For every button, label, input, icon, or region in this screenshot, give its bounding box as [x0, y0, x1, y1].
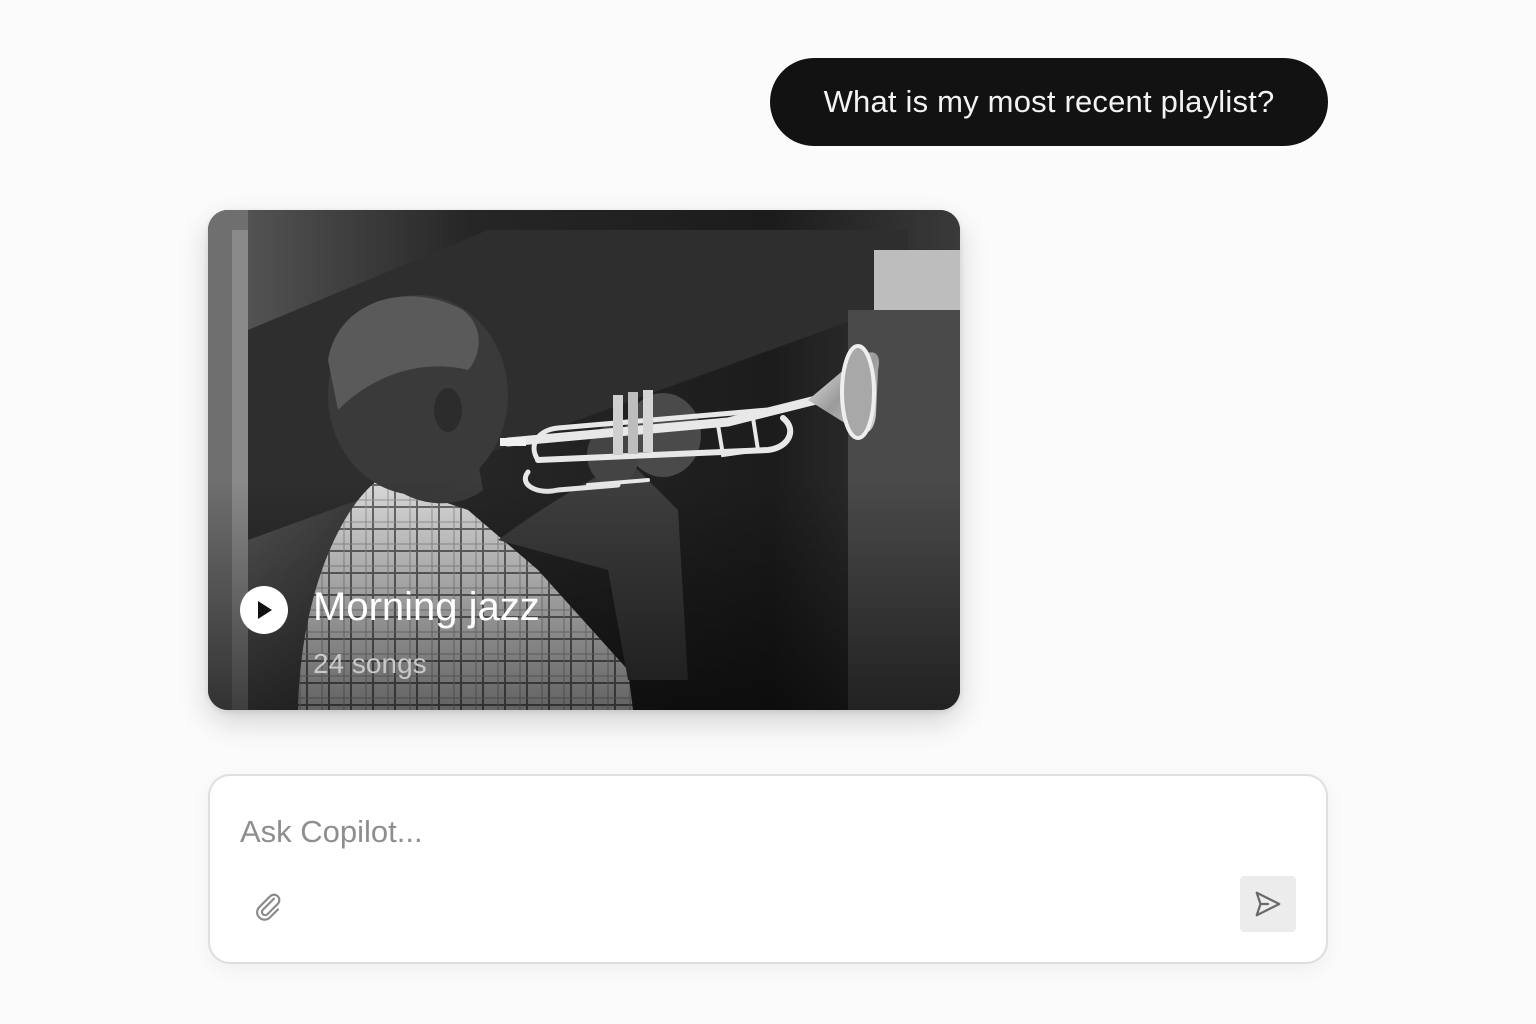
- user-message-bubble: What is my most recent playlist?: [770, 58, 1328, 146]
- play-icon: [258, 601, 272, 619]
- composer: [208, 774, 1328, 964]
- playlist-song-count: 24 songs: [313, 648, 427, 679]
- user-message-text: What is my most recent playlist?: [823, 84, 1275, 119]
- chat-view: What is my most recent playlist? Morning…: [0, 0, 1536, 1024]
- playlist-card[interactable]: Morning jazz 24 songs: [208, 210, 960, 710]
- paperclip-icon: [256, 893, 281, 921]
- attach-button[interactable]: [246, 884, 290, 928]
- play-button[interactable]: [240, 586, 288, 634]
- playlist-title: Morning jazz: [313, 585, 540, 629]
- send-button[interactable]: [1240, 876, 1296, 932]
- ask-copilot-input[interactable]: [240, 806, 1240, 858]
- send-icon: [1255, 891, 1281, 917]
